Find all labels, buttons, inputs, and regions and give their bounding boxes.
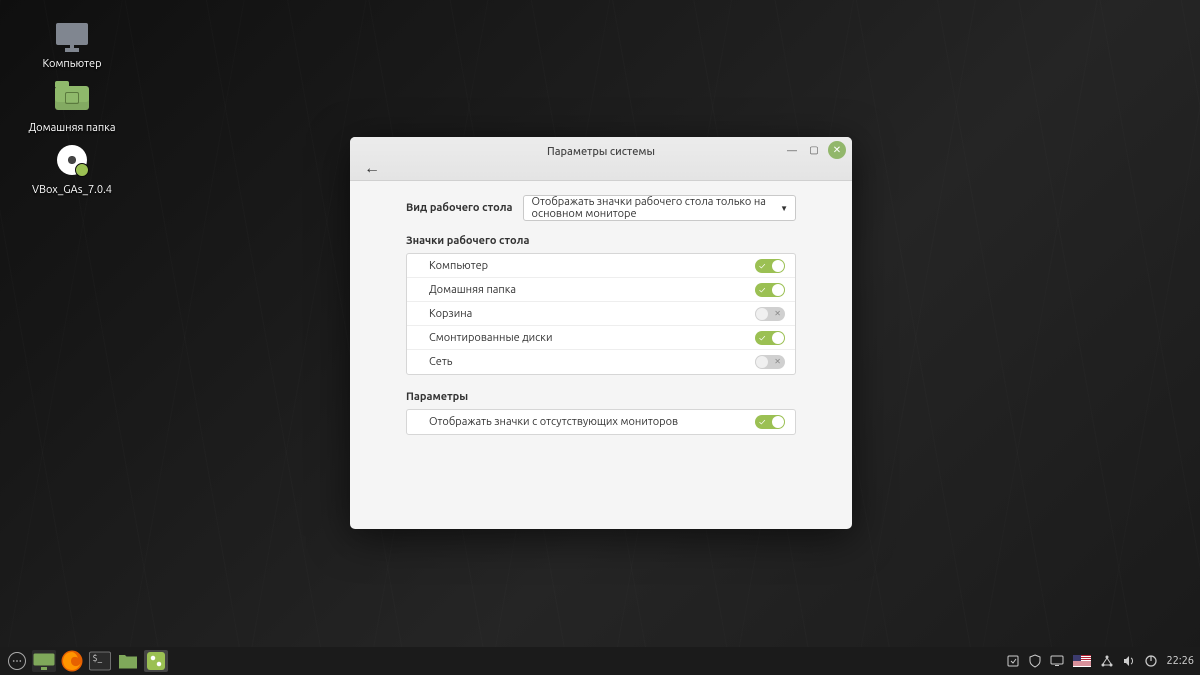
- toggle-home[interactable]: [755, 283, 785, 297]
- desktop-view-combo[interactable]: Отображать значки рабочего стола только …: [523, 195, 796, 221]
- window-content: Вид рабочего стола Отображать значки раб…: [350, 181, 852, 529]
- minimize-button[interactable]: —: [784, 142, 800, 158]
- tray-network-icon[interactable]: [1100, 654, 1114, 668]
- desktop-icon-label: VBox_GAs_7.0.4: [24, 184, 120, 196]
- row-home: Домашняя папка: [407, 278, 795, 302]
- row-computer: Компьютер: [407, 254, 795, 278]
- taskbar-app-desktop[interactable]: [32, 650, 56, 672]
- toggle-network[interactable]: [755, 355, 785, 369]
- row-mounted: Смонтированные диски: [407, 326, 795, 350]
- tray-power-icon[interactable]: [1144, 654, 1158, 668]
- row-network: Сеть: [407, 350, 795, 374]
- desktop-view-row: Вид рабочего стола Отображать значки раб…: [406, 195, 796, 221]
- desktop-icon-computer[interactable]: Компьютер: [24, 14, 120, 70]
- tray-clock[interactable]: 22:26: [1166, 655, 1194, 667]
- files-icon: [116, 649, 140, 673]
- row-label: Смонтированные диски: [429, 332, 552, 344]
- desktop-icon-home[interactable]: Домашняя папка: [24, 78, 120, 134]
- start-menu-button[interactable]: ⋯: [6, 650, 28, 672]
- taskbar-app-terminal[interactable]: $_: [88, 650, 112, 672]
- row-trash: Корзина: [407, 302, 795, 326]
- maximize-button[interactable]: ▢: [806, 142, 822, 158]
- tray-updates-icon[interactable]: [1006, 654, 1020, 668]
- combo-value: Отображать значки рабочего стола только …: [532, 196, 773, 220]
- terminal-icon: $_: [88, 649, 112, 673]
- settings-window: Параметры системы ← — ▢ ✕ Вид рабочего с…: [350, 137, 852, 529]
- row-label: Компьютер: [429, 260, 488, 272]
- mint-logo-icon: ⋯: [8, 652, 26, 670]
- titlebar[interactable]: Параметры системы ← — ▢ ✕: [350, 137, 852, 181]
- section-desktop-icons: Значки рабочего стола: [406, 235, 796, 247]
- desktop-icon-label: Компьютер: [24, 58, 120, 70]
- taskbar: ⋯ $_ 22:26: [0, 647, 1200, 675]
- tray-display-icon[interactable]: [1050, 654, 1064, 668]
- toggle-missing-monitors[interactable]: [755, 415, 785, 429]
- row-label: Сеть: [429, 356, 452, 368]
- section-parameters: Параметры: [406, 391, 796, 403]
- taskbar-app-firefox[interactable]: [60, 650, 84, 672]
- us-flag-icon: [1073, 655, 1091, 667]
- taskbar-app-files[interactable]: [116, 650, 140, 672]
- row-label: Отображать значки с отсутствующих монито…: [429, 416, 678, 428]
- tray-shield-icon[interactable]: [1028, 654, 1042, 668]
- firefox-icon: [60, 649, 84, 673]
- row-missing-monitors: Отображать значки с отсутствующих монито…: [407, 410, 795, 434]
- monitor-icon: [52, 14, 92, 54]
- arrow-left-icon: ←: [360, 159, 384, 177]
- tray-keyboard-layout[interactable]: [1072, 654, 1092, 668]
- window-title: Параметры системы: [350, 146, 852, 158]
- svg-text:$_: $_: [93, 653, 103, 663]
- tray-volume-icon[interactable]: [1122, 654, 1136, 668]
- cd-icon: [52, 140, 92, 180]
- toggle-computer[interactable]: [755, 259, 785, 273]
- row-label: Корзина: [429, 308, 472, 320]
- back-button[interactable]: ←: [360, 159, 384, 178]
- folder-icon: [52, 78, 92, 118]
- toggle-trash[interactable]: [755, 307, 785, 321]
- desktop-icon-label: Домашняя папка: [24, 122, 120, 134]
- toggle-mounted[interactable]: [755, 331, 785, 345]
- desktop-icon: [32, 649, 56, 673]
- desktop-view-label: Вид рабочего стола: [406, 202, 513, 214]
- settings-icon: [144, 649, 168, 673]
- close-button[interactable]: ✕: [828, 141, 846, 159]
- panel-desktop-icons: Компьютер Домашняя папка Корзина Смонтир…: [406, 253, 796, 375]
- row-label: Домашняя папка: [429, 284, 516, 296]
- panel-parameters: Отображать значки с отсутствующих монито…: [406, 409, 796, 435]
- desktop-icon-vbox[interactable]: VBox_GAs_7.0.4: [24, 140, 120, 196]
- taskbar-app-settings[interactable]: [144, 650, 168, 672]
- system-tray: 22:26: [1006, 654, 1194, 668]
